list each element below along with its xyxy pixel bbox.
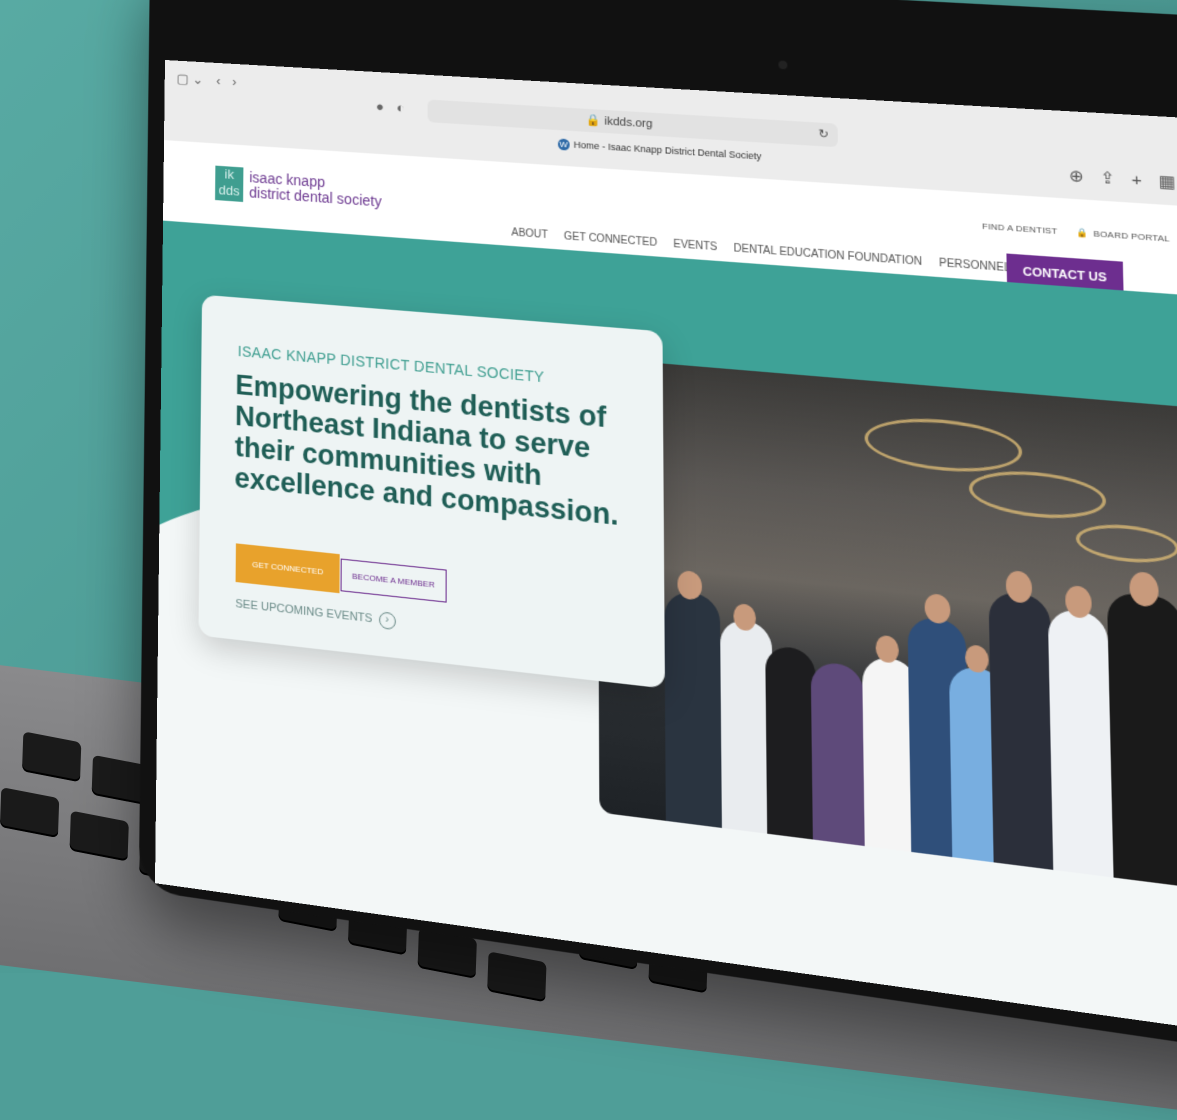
utility-nav: FIND A DENTIST 🔒 BOARD PORTAL <box>966 220 1170 244</box>
nav-events[interactable]: EVENTS <box>673 239 717 254</box>
person <box>1047 607 1114 878</box>
nav-about[interactable]: ABOUT <box>511 227 548 241</box>
person <box>765 644 818 841</box>
camera <box>778 60 788 70</box>
wordpress-icon: W <box>557 138 570 151</box>
ceiling-light <box>1075 520 1177 567</box>
download-icon[interactable]: ⊕ <box>1069 167 1101 188</box>
nav-get-connected[interactable]: GET CONNECTED <box>564 231 657 249</box>
group-photo <box>597 358 1177 890</box>
get-connected-button[interactable]: GET CONNECTED <box>235 543 340 594</box>
become-member-button[interactable]: BECOME A MEMBER <box>340 558 447 603</box>
find-dentist-link[interactable]: FIND A DENTIST <box>982 221 1057 236</box>
person <box>1106 591 1177 888</box>
keyboard-key <box>69 810 129 862</box>
privacy-icon[interactable]: ◐ <box>396 100 404 116</box>
board-portal-link[interactable]: BOARD PORTAL <box>1093 229 1170 244</box>
share-icon[interactable]: ⇪ <box>1100 169 1132 190</box>
keyboard-key <box>21 731 82 783</box>
upcoming-events-link[interactable]: SEE UPCOMING EVENTS › <box>235 596 396 631</box>
logo-mark-bottom: dds <box>218 182 240 199</box>
chevron-right-icon: › <box>378 611 396 631</box>
person <box>664 590 722 828</box>
hero-card: ISAAC KNAPP DISTRICT DENTAL SOCIETY Empo… <box>198 294 665 689</box>
tab-title: Home - Isaac Knapp District Dental Socie… <box>573 139 762 162</box>
keyboard-key <box>487 951 547 1003</box>
url-text: ikdds.org <box>604 115 653 131</box>
toolbar-actions: ⊕⇪+▦ <box>1069 166 1177 193</box>
keyboard-key <box>0 787 60 839</box>
tab-overview-icon[interactable]: ▦ <box>1158 172 1177 193</box>
lock-icon: 🔒 <box>1076 227 1089 239</box>
forward-icon[interactable]: › <box>232 74 236 89</box>
ceiling-light <box>864 412 1023 478</box>
sidebar-toggle-icon[interactable]: ▢ ⌄ <box>177 71 204 89</box>
hero-headline: Empowering the dentists of Northeast Ind… <box>234 369 619 532</box>
upcoming-events-label: SEE UPCOMING EVENTS <box>235 597 373 626</box>
logo-mark-top: ik <box>224 166 235 183</box>
ceiling-light <box>968 466 1107 524</box>
new-tab-icon[interactable]: + <box>1131 171 1159 191</box>
back-icon[interactable]: ‹ <box>216 73 220 88</box>
logo-text: isaac knapp district dental society <box>249 169 382 210</box>
logo-mark: ik dds <box>215 165 244 202</box>
laptop-screen: ▢ ⌄ ‹ › ● ◐ 🔒 ikdds.org ↻ W Home - Isaac … <box>155 60 1177 1033</box>
person <box>810 660 866 847</box>
site-logo[interactable]: ik dds isaac knapp district dental society <box>215 165 382 212</box>
reload-icon[interactable]: ↻ <box>818 123 829 147</box>
extension-icon[interactable]: ● <box>376 98 384 114</box>
person <box>988 590 1056 871</box>
